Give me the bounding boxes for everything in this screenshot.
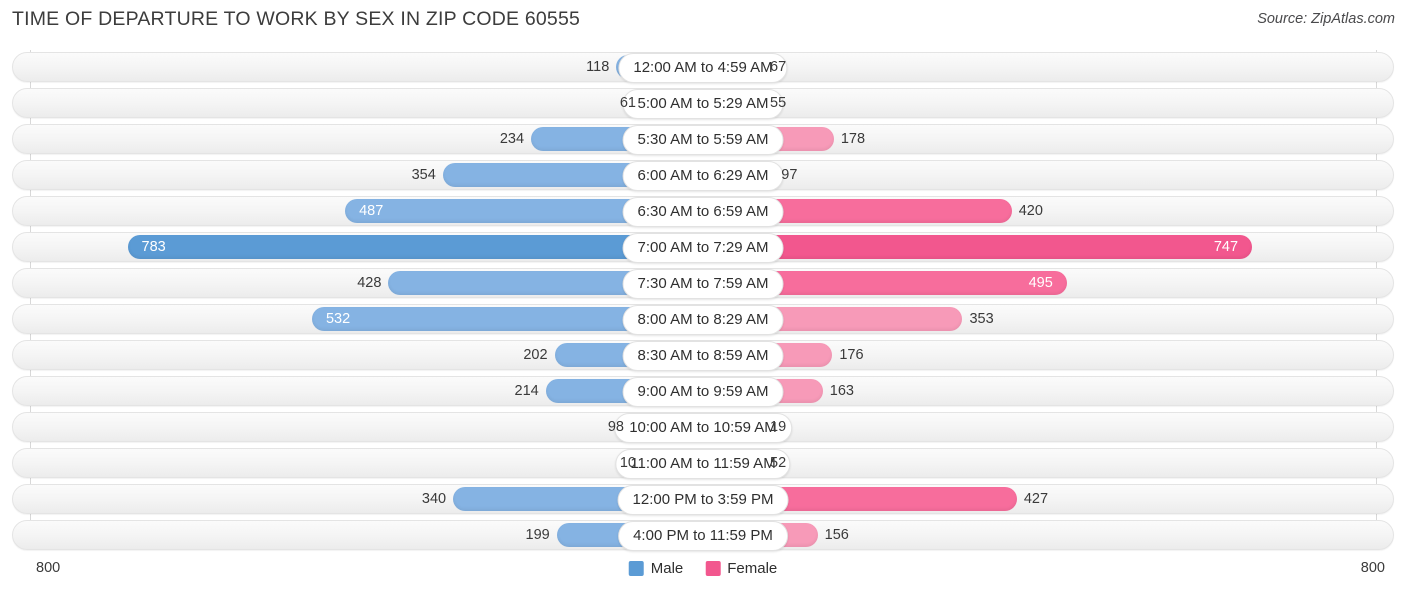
category-label: 9:00 AM to 9:59 AM [622,377,784,407]
chart-rows: 118 67 12:00 AM to 4:59 AM 61 55 5:00 AM to 5… [0,50,1406,554]
value-label-female: 55 [770,95,787,111]
value-label-male: 202 [523,347,548,363]
chart-row: 199 156 4:00 PM to 11:59 PM [0,518,1406,554]
value-label-male: 428 [357,275,382,291]
value-label-male: 61 [619,95,636,111]
page-title: TIME OF DEPARTURE TO WORK BY SEX IN ZIP … [12,8,581,30]
legend-item-female[interactable]: Female [705,560,777,577]
chart-row: 98 19 10:00 AM to 10:59 AM [0,410,1406,446]
value-label-female: 427 [1023,491,1049,507]
value-label-female: 67 [770,59,787,75]
category-label: 4:00 PM to 11:59 PM [618,521,788,551]
chart-page: TIME OF DEPARTURE TO WORK BY SEX IN ZIP … [0,0,1406,595]
category-label: 12:00 PM to 3:59 PM [617,485,789,515]
chart-row: 340 427 12:00 PM to 3:59 PM [0,482,1406,518]
value-label-male: 487 [359,203,384,219]
legend-label-male: Male [650,560,684,577]
chart-row: 214 163 9:00 AM to 9:59 AM [0,374,1406,410]
value-label-female: 163 [829,383,854,399]
value-label-female: 747 [1213,239,1239,255]
chart-row: 118 67 12:00 AM to 4:59 AM [0,50,1406,86]
axis-label-left: 800 [36,560,61,576]
legend-item-male[interactable]: Male [628,560,684,577]
bar-female[interactable] [703,235,1253,259]
value-label-male: 118 [586,59,610,75]
legend-label-female: Female [727,560,778,577]
chart-row: 428 495 7:30 AM to 7:59 AM [0,266,1406,302]
legend-swatch-male-icon [628,561,644,576]
chart-row: 354 97 6:00 AM to 6:29 AM [0,158,1406,194]
chart-footer: 800 800 Male Female [0,556,1406,595]
value-label-female: 176 [839,347,864,363]
value-label-female: 156 [824,527,849,543]
category-label: 10:00 AM to 10:59 AM [614,413,792,443]
legend: Male Female [628,560,777,577]
bar-male[interactable] [127,235,703,259]
chart-row: 783 747 7:00 AM to 7:29 AM [0,230,1406,266]
value-label-female: 420 [1018,203,1043,219]
value-label-female: 97 [781,167,798,183]
category-label: 7:30 AM to 7:59 AM [622,269,784,299]
chart-row: 61 55 5:00 AM to 5:29 AM [0,86,1406,122]
value-label-male: 10 [619,455,636,471]
chart-row: 487 420 6:30 AM to 6:59 AM [0,194,1406,230]
legend-swatch-female-icon [705,561,721,576]
value-label-male: 783 [141,239,166,255]
value-label-male: 234 [499,131,525,147]
category-label: 6:30 AM to 6:59 AM [622,197,784,227]
category-label: 5:30 AM to 5:59 AM [622,125,784,155]
category-label: 6:00 AM to 6:29 AM [622,161,784,191]
value-label-male: 199 [525,527,550,543]
value-label-female: 19 [770,419,787,435]
axis-label-right: 800 [1360,560,1385,576]
chart-row: 532 353 8:00 AM to 8:29 AM [0,302,1406,338]
category-label: 8:00 AM to 8:29 AM [622,305,784,335]
value-label-male: 354 [411,167,436,183]
chart-row: 234 178 5:30 AM to 5:59 AM [0,122,1406,158]
value-label-male: 98 [607,419,624,435]
value-label-female: 495 [1028,275,1053,291]
category-label: 5:00 AM to 5:29 AM [622,89,784,119]
category-label: 8:30 AM to 8:59 AM [622,341,784,371]
category-label: 7:00 AM to 7:29 AM [622,233,784,263]
category-label: 11:00 AM to 11:59 AM [615,449,791,479]
category-label: 12:00 AM to 4:59 AM [618,53,788,83]
chart-row: 202 176 8:30 AM to 8:59 AM [0,338,1406,374]
chart-row: 10 52 11:00 AM to 11:59 AM [0,446,1406,482]
chart-plot-area: 118 67 12:00 AM to 4:59 AM 61 55 5:00 AM to 5… [0,50,1406,554]
value-label-female: 52 [770,455,787,471]
value-label-male: 532 [325,311,351,327]
value-label-male: 214 [514,383,539,399]
value-label-female: 353 [969,311,994,327]
value-label-male: 340 [421,491,447,507]
source-attribution: Source: ZipAtlas.com [1257,11,1395,27]
value-label-female: 178 [840,131,866,147]
